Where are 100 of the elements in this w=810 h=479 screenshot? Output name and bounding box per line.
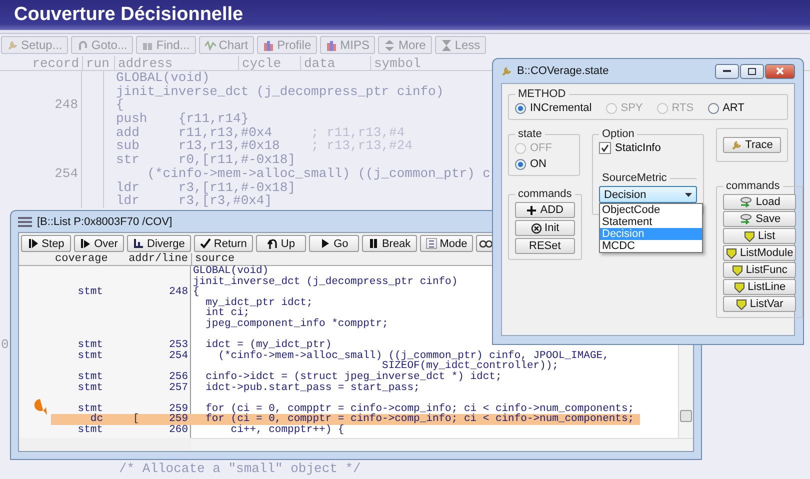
column-header: address (114, 56, 238, 71)
trace-button[interactable]: Trace (723, 137, 781, 153)
wave-chart-icon (204, 40, 216, 50)
code-line: ldr r3,[r3,#0x4] (116, 194, 272, 208)
column-header: addr/line (128, 253, 188, 266)
dropdown-option[interactable]: MCDC (600, 240, 702, 252)
command-button[interactable]: Save (723, 211, 796, 227)
source-line: { (193, 287, 200, 298)
source-line: (*cinfo->mem->alloc_small) ((j_common_ptr) cinfo, JPOOL_IMAGE, (217, 350, 610, 362)
command-button[interactable]: ListLine (723, 279, 796, 295)
source-line: GLOBAL(void) (193, 266, 269, 277)
line-number: 253 (169, 340, 188, 351)
code-line: push {r11,r14} (116, 112, 250, 126)
checkmark-icon (601, 144, 609, 152)
checkbox-option[interactable]: StaticInfo (599, 142, 697, 154)
source-line: jpeg_component_info *compptr; (204, 318, 390, 330)
line-number: 257 (169, 382, 188, 394)
mode-grid-icon (426, 238, 437, 249)
source-line: SIZEOF(my_idct_controller)); (382, 361, 560, 372)
code-line: (*cinfo->mem->alloc_small) ((j_common_ptr) c (146, 166, 490, 181)
command-button[interactable]: ListModule (723, 245, 796, 261)
bar-chart-icon (326, 40, 338, 50)
line-number: 259 (169, 414, 188, 425)
source-line: int ci; (204, 308, 250, 319)
minimize-icon (723, 70, 731, 72)
source-line: jinit_inverse_dct (j_decompress_ptr cinfo) (193, 276, 459, 288)
radio-option[interactable]: ART (708, 102, 744, 114)
play-icon (320, 238, 331, 249)
radio-option[interactable]: INCremental (515, 102, 592, 114)
command-button[interactable]: RESet (515, 238, 575, 254)
shield-icon (726, 248, 737, 258)
command-button[interactable]: Load (723, 194, 796, 210)
record-number: 0 (0, 336, 9, 352)
command-button[interactable]: Init (515, 220, 575, 236)
group-label: commands (517, 188, 573, 200)
column-header: cycle (238, 56, 300, 71)
maximize-icon (748, 68, 756, 74)
toolbar-button[interactable]: Up (256, 235, 306, 252)
pause-icon (368, 238, 379, 249)
shield-icon (744, 230, 756, 242)
step-icon (28, 238, 39, 249)
maximize-button[interactable] (740, 64, 764, 78)
group-label: Option (601, 128, 636, 140)
disk-arrow-icon (738, 196, 753, 208)
record-number: 254 (54, 166, 78, 181)
toolbar-button[interactable]: Mode (420, 235, 474, 252)
toolbar-button[interactable]: Diverge (127, 235, 191, 252)
source-line: my_idct_ptr idct; (204, 298, 314, 308)
coverage-type: stmt (78, 424, 103, 436)
step-over-icon (80, 238, 92, 249)
dropdown-option[interactable]: Statement (600, 216, 702, 228)
command-button[interactable]: ListFunc (723, 262, 796, 278)
group-label: SourceMetric (601, 172, 668, 184)
code-line: { (116, 98, 124, 112)
command-button[interactable]: List (723, 228, 796, 244)
source-line: idct = (my_idct_ptr) (204, 340, 332, 351)
command-button[interactable]: ADD (515, 202, 575, 218)
wrench-icon (501, 66, 512, 76)
toolbar-button[interactable]: Step (21, 235, 71, 252)
coverage-type: stmt (78, 350, 103, 362)
record-number: 248 (54, 97, 78, 112)
source-line: cinfo->idct = (struct jpeg_inverse_dct *) idct; (204, 372, 503, 383)
dropdown-option[interactable]: ObjectCode (600, 204, 702, 216)
code-line: add r11,r13,#0x4 (116, 126, 274, 140)
wrench-icon (7, 40, 18, 50)
coverage-type: stmt (78, 382, 103, 394)
line-number: 254 (169, 350, 188, 362)
minimize-button[interactable] (715, 64, 739, 78)
hourglass-icon (440, 40, 452, 50)
toolbar-button[interactable]: Go (308, 235, 359, 252)
disk-arrow-icon (738, 214, 753, 224)
group-label: state (517, 128, 543, 140)
line-number: 248 (169, 287, 188, 298)
source-line: idct->pub.start_pass = start_pass; (204, 382, 421, 394)
toolbar-button[interactable]: Return (194, 235, 253, 252)
code-line: jinit_inverse_dct (j_decompress_ptr cinfo) (116, 84, 444, 98)
curved-up-arrow-icon (266, 238, 278, 249)
slide-title: Couverture Décisionnelle (0, 0, 810, 30)
coverage-type: dc (90, 413, 103, 426)
checkmark-icon (200, 238, 211, 249)
metric-dropdown[interactable]: Decision (599, 186, 697, 203)
toolbar-button[interactable]: Break (362, 235, 417, 252)
list-window-icon (18, 216, 32, 227)
glasses-icon (479, 238, 494, 249)
code-line: GLOBAL(void) (116, 71, 211, 85)
plus-icon (526, 204, 538, 216)
line-number: 260 (169, 424, 188, 436)
coverage-type: stmt (78, 370, 103, 383)
diverge-icon (133, 238, 144, 249)
radio-option[interactable]: ON (515, 158, 573, 170)
toolbar-button[interactable]: Over (74, 235, 124, 252)
column-header: coverage (55, 253, 108, 266)
shield-icon (732, 264, 743, 276)
window-title: [B::List P:0x8003F70 /COV] (37, 216, 172, 228)
command-button[interactable]: ListVar (723, 296, 796, 312)
up-down-arrows-icon (384, 40, 396, 50)
close-button[interactable] (765, 64, 795, 78)
coverage-marker: [ (133, 414, 140, 425)
wrench-icon (731, 140, 742, 150)
group-label: commands (725, 180, 781, 192)
